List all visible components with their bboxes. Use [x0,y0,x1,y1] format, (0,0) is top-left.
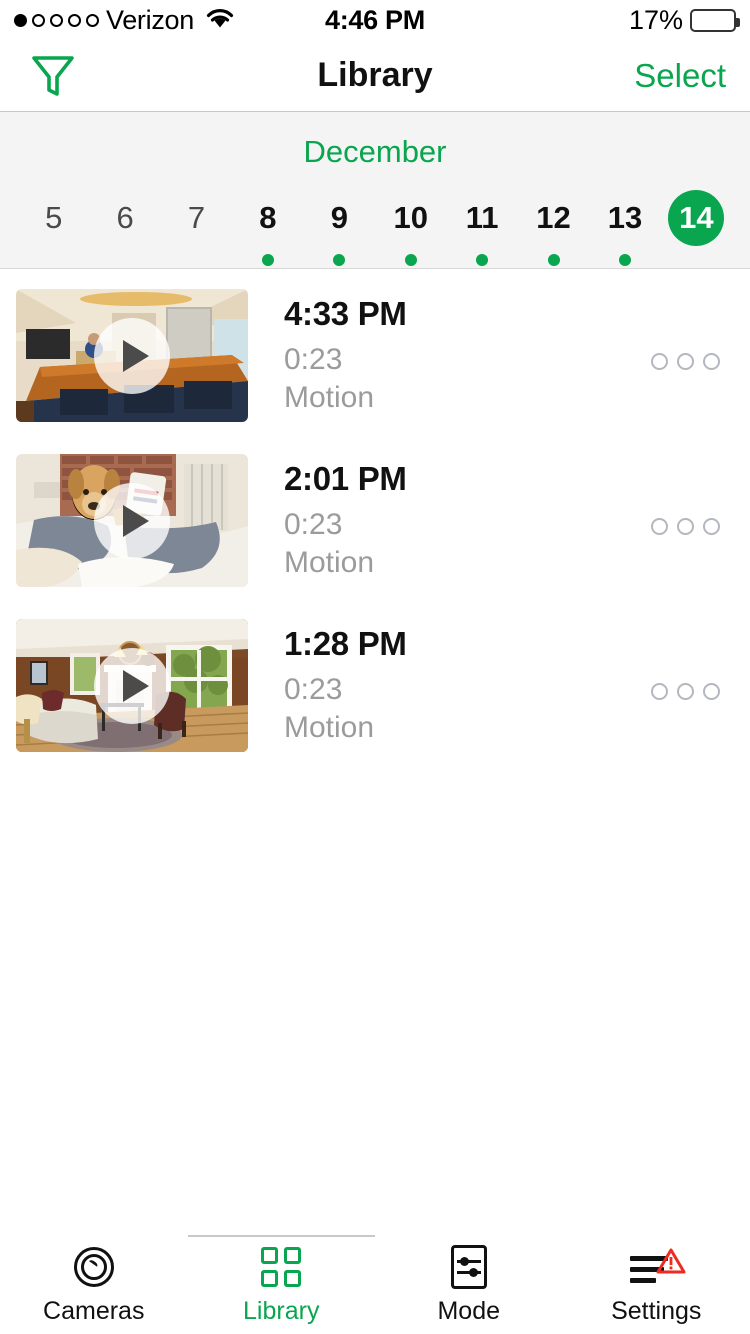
day-number: 14 [668,190,724,246]
status-bar-right: 17% [629,5,736,36]
event-time: 2:01 PM [284,460,645,498]
tab-settings-label: Settings [611,1297,701,1326]
status-bar-left: Verizon [14,5,235,36]
event-time: 1:28 PM [284,625,645,663]
day-cell-6[interactable]: 6 [89,190,160,266]
event-duration: 0:23 [284,673,645,707]
day-number: 8 [240,190,296,246]
tab-mode-label: Mode [437,1297,500,1326]
day-event-dot [405,254,417,266]
kitchen-island-thumbnail[interactable] [16,289,248,422]
day-cell-11[interactable]: 11 [446,190,517,266]
tab-library-label: Library [243,1297,319,1326]
event-time: 4:33 PM [284,295,645,333]
tab-bar: Cameras Library Mode [0,1235,750,1334]
day-number: 13 [597,190,653,246]
day-number: 9 [311,190,367,246]
event-row[interactable]: 2:01 PM 0:23 Motion [0,444,750,609]
event-duration: 0:23 [284,343,645,377]
event-type: Motion [284,711,645,745]
menu-warning-icon [628,1244,684,1290]
date-strip: December 56789 10 11 12 13 14 [0,112,750,269]
tab-mode[interactable]: Mode [375,1235,563,1334]
more-options-icon[interactable] [645,339,726,384]
day-cell-7[interactable]: 7 [161,190,232,266]
month-label: December [304,134,447,170]
play-icon[interactable] [94,648,170,724]
living-room-thumbnail[interactable] [16,619,248,752]
day-number: 11 [454,190,510,246]
camera-lens-icon [74,1244,114,1290]
event-details: 4:33 PM 0:23 Motion [284,289,645,415]
day-cell-10[interactable]: 10 [375,190,446,266]
day-event-dot [262,254,274,266]
status-bar: Verizon 4:46 PM 17% [0,0,750,40]
day-cell-14[interactable]: 14 [661,190,732,266]
app-screen: Verizon 4:46 PM 17% [0,0,750,1334]
grid-four-squares-icon [261,1244,301,1290]
select-button[interactable]: Select [634,57,726,95]
day-number: 12 [526,190,582,246]
wifi-icon [205,5,235,36]
event-type: Motion [284,381,645,415]
day-cell-8[interactable]: 8 [232,190,303,266]
more-options-icon[interactable] [645,504,726,549]
tab-cameras-label: Cameras [43,1297,144,1326]
dog-on-bed-thumbnail[interactable] [16,454,248,587]
event-type: Motion [284,546,645,580]
navigation-bar: Library Select [0,40,750,112]
event-details: 1:28 PM 0:23 Motion [284,619,645,745]
day-event-dot [619,254,631,266]
carrier-name: Verizon [106,5,194,36]
event-duration: 0:23 [284,508,645,542]
day-event-dot [476,254,488,266]
day-event-dot [548,254,560,266]
sliders-icon [451,1244,487,1290]
battery-percent-label: 17% [629,5,683,36]
day-list: 56789 10 11 12 13 14 [0,190,750,266]
day-number: 7 [169,190,225,246]
play-icon[interactable] [94,318,170,394]
play-icon[interactable] [94,483,170,559]
signal-strength-icon [14,14,99,27]
tab-settings[interactable]: Settings [563,1235,750,1334]
event-row[interactable]: 4:33 PM 0:23 Motion [0,279,750,444]
battery-icon [690,9,736,32]
day-cell-12[interactable]: 12 [518,190,589,266]
day-number: 6 [97,190,153,246]
day-event-dot [333,254,345,266]
tab-library[interactable]: Library [188,1235,376,1334]
day-cell-5[interactable]: 5 [18,190,89,266]
day-cell-13[interactable]: 13 [589,190,660,266]
more-options-icon[interactable] [645,669,726,714]
tab-cameras[interactable]: Cameras [0,1235,188,1334]
warning-triangle-icon [656,1247,686,1279]
event-details: 2:01 PM 0:23 Motion [284,454,645,580]
event-list: 4:33 PM 0:23 Motion [0,269,750,774]
day-number: 10 [383,190,439,246]
event-row[interactable]: 1:28 PM 0:23 Motion [0,609,750,774]
day-cell-9[interactable]: 9 [304,190,375,266]
day-number: 5 [26,190,82,246]
